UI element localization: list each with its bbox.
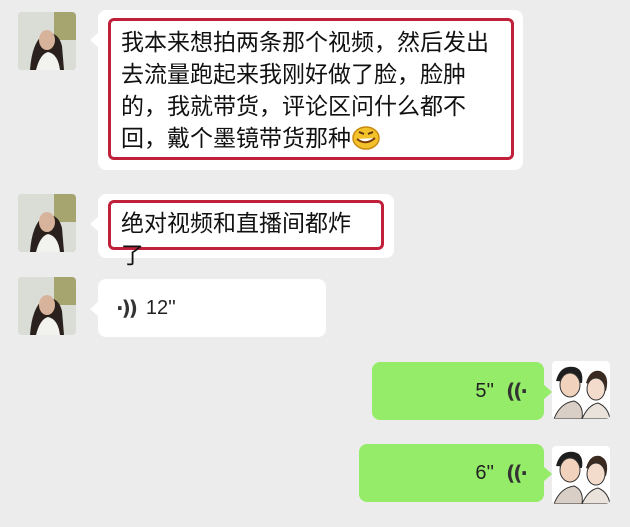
voice-wave-icon: ·)): [116, 296, 138, 320]
message-bubble[interactable]: 我本来想拍两条那个视频，然后发出 去流量跑起来我刚好做了脸，脸肿 的，我就带货，…: [90, 10, 523, 170]
user-avatar[interactable]: [552, 446, 610, 504]
female-avatar-icon: [18, 277, 76, 335]
voice-wave-icon: ((·: [506, 379, 528, 403]
grimace-laugh-emoji-icon: [352, 126, 380, 150]
voice-message-bubble[interactable]: 6'' ((·: [359, 444, 552, 502]
sender-avatar[interactable]: [18, 277, 76, 335]
voice-message-bubble[interactable]: 5'' ((·: [372, 362, 552, 420]
message-line: 我本来想拍两条那个视频，然后发出: [121, 30, 489, 56]
voice-duration: 5'': [475, 380, 495, 402]
cartoon-couple-avatar-icon: [552, 446, 610, 504]
message-bubble[interactable]: 绝对视频和直播间都炸了: [90, 194, 394, 269]
message-line: 去流量跑起来我刚好做了脸，脸肿: [121, 62, 466, 88]
voice-wave-icon: ((·: [506, 461, 528, 485]
message-line: 绝对视频和直播间都炸了: [121, 211, 351, 269]
voice-duration: 6'': [475, 462, 495, 484]
cartoon-couple-avatar-icon: [552, 361, 610, 419]
message-line: 回，戴个墨镜带货那种: [121, 126, 351, 152]
sender-avatar[interactable]: [18, 194, 76, 252]
female-avatar-icon: [18, 194, 76, 252]
sender-avatar[interactable]: [18, 12, 76, 70]
female-avatar-icon: [18, 12, 76, 70]
message-line: 的，我就带货，评论区问什么都不: [121, 94, 466, 120]
user-avatar[interactable]: [552, 361, 610, 419]
voice-message-bubble[interactable]: ·)) 12'': [90, 279, 326, 337]
voice-duration: 12'': [145, 297, 176, 319]
